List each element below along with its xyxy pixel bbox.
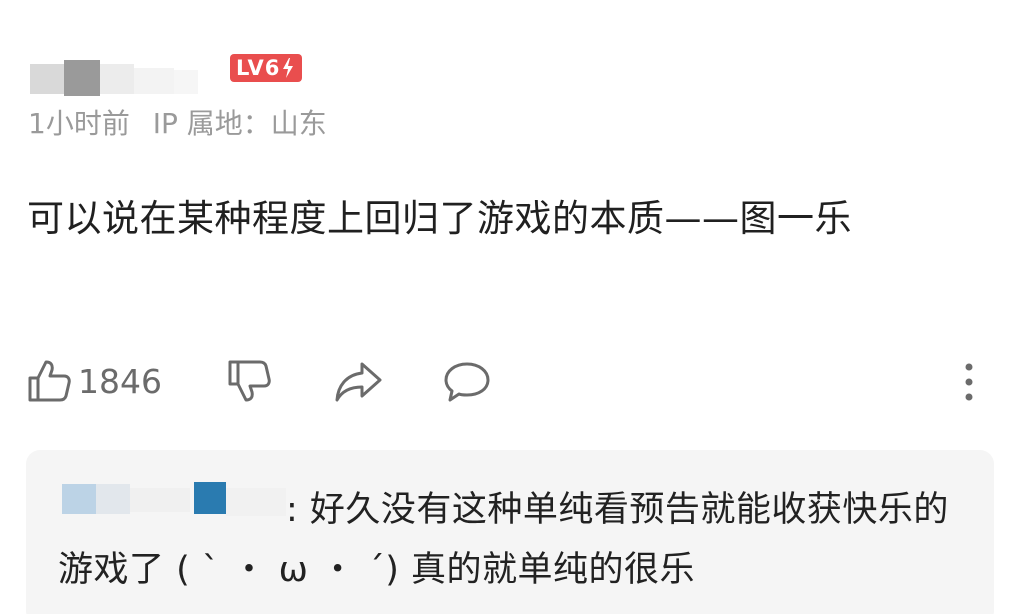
share-arrow-icon xyxy=(335,362,382,402)
comment-card: LV6 1小时前 IP 属地：山东 可以说在某种程度上回归了游戏的本质——图一乐… xyxy=(0,0,1031,614)
share-button[interactable] xyxy=(334,360,384,404)
comment-header: LV6 xyxy=(30,50,330,100)
reply-preview[interactable]: : 好久没有这种单纯看预告就能收获快乐的游戏了 ( ` ・ ω ・ ´) 真的就… xyxy=(26,450,994,614)
comment-timestamp: 1小时前 xyxy=(28,107,130,140)
ip-location: IP 属地：山东 xyxy=(152,107,327,140)
reply-button[interactable] xyxy=(442,360,492,404)
more-vertical-icon xyxy=(965,363,973,401)
thumbs-down-icon xyxy=(228,360,271,402)
thumbs-up-icon xyxy=(28,360,71,402)
level-badge-label: LV6 xyxy=(236,56,281,80)
comment-meta: 1小时前 IP 属地：山东 xyxy=(28,104,327,144)
like-count: 1846 xyxy=(78,361,162,401)
bolt-icon xyxy=(283,58,294,78)
dislike-button[interactable] xyxy=(226,358,272,404)
comment-body: 可以说在某种程度上回归了游戏的本质——图一乐 xyxy=(27,197,852,240)
reply-text: : 好久没有这种单纯看预告就能收获快乐的游戏了 ( ` ・ ω ・ ´) 真的就… xyxy=(58,490,949,590)
action-bar: 1846 xyxy=(0,352,1031,412)
username-blurred[interactable] xyxy=(30,60,200,96)
comment-bubble-icon xyxy=(444,362,490,402)
more-options-button[interactable] xyxy=(962,362,976,402)
like-button[interactable]: 1846 xyxy=(26,358,162,404)
user-level-badge: LV6 xyxy=(230,54,303,82)
